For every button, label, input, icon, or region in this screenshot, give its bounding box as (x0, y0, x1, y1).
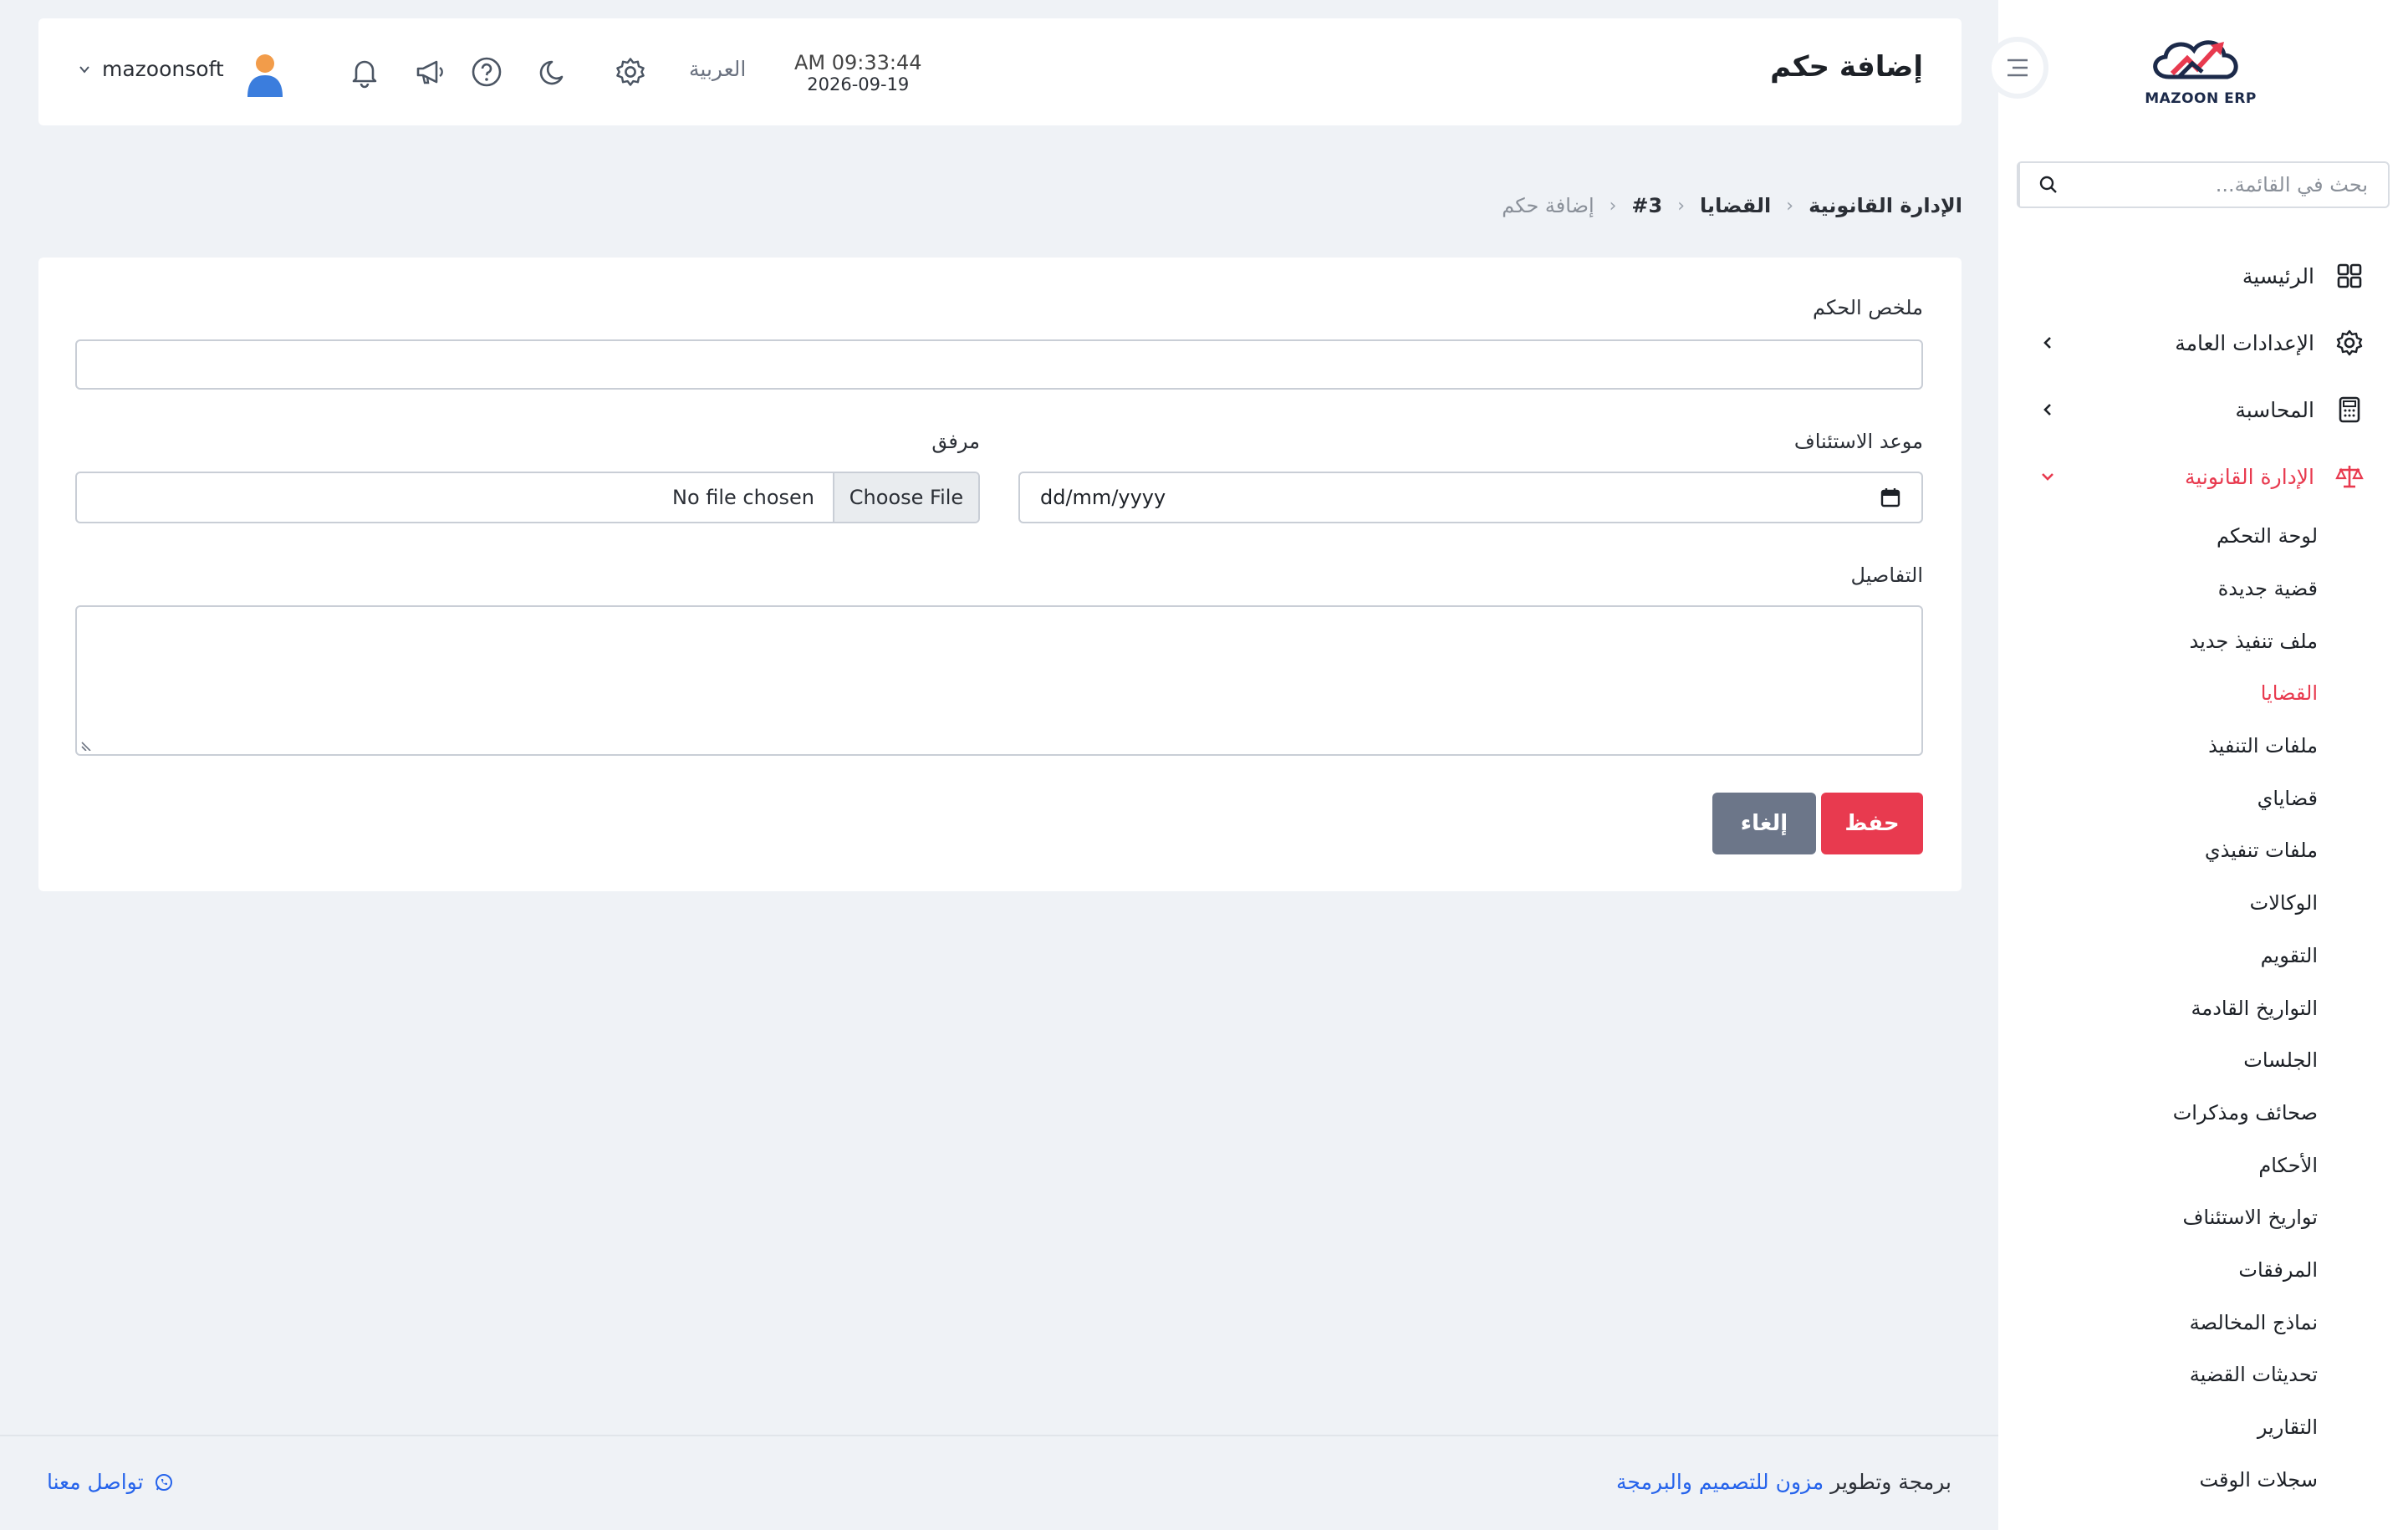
breadcrumb: الإدارة القانونية ‹ القضايا ‹ #3 ‹ إضافة… (1502, 194, 1962, 217)
chevron-down-icon (79, 64, 90, 75)
sidebar-toggle-button[interactable] (1987, 37, 2048, 99)
sidebar-item-accounting[interactable]: المحاسبة (1998, 376, 2408, 443)
resize-handle-icon[interactable] (80, 737, 94, 751)
menu-icon (2005, 57, 2030, 79)
sidebar-subitem-judgments[interactable]: الأحكام (1998, 1139, 2318, 1191)
page-title: إضافة حكم (1770, 50, 1923, 84)
sidebar-subitem-case-updates[interactable]: تحديثات القضية (1998, 1349, 2318, 1401)
sidebar-subitem-execution-files[interactable]: ملفات التنفيذ (1998, 720, 2318, 773)
sidebar-subitem-new-case[interactable]: قضية جديدة (1998, 563, 2318, 615)
bell-icon[interactable] (346, 54, 383, 90)
appeal-date-label: موعد الاستئناف (1793, 430, 1923, 453)
search-icon[interactable] (2018, 163, 2077, 207)
summary-label: ملخص الحكم (1812, 296, 1923, 319)
sidebar-item-label: الإدارة القانونية (2184, 464, 2314, 489)
save-button[interactable]: حفظ (1821, 793, 1923, 854)
scale-icon (2334, 462, 2365, 492)
sidebar-subitem-appeal-dates[interactable]: تواريخ الاستئناف (1998, 1191, 2318, 1244)
sidebar-subitem-pleadings[interactable]: صحائف ومذكرات (1998, 1087, 2318, 1140)
judgment-form: ملخص الحكم موعد الاستئناف dd/mm/yyyy مرف… (38, 258, 1962, 891)
date-placeholder: dd/mm/yyyy (1040, 486, 1166, 509)
language-switch[interactable]: العربية (689, 57, 746, 81)
appeal-date-input[interactable]: dd/mm/yyyy (1018, 472, 1923, 523)
sidebar-item-legal[interactable]: الإدارة القانونية (1998, 443, 2408, 510)
credit-prefix: برمجة وتطوير (1830, 1470, 1951, 1494)
sidebar-item-label: الإعدادات العامة (2175, 330, 2314, 355)
footer: برمجة وتطوير مزون للتصميم والبرمجة تواصل… (0, 1435, 1998, 1530)
breadcrumb-separator-icon: ‹ (1609, 195, 1617, 217)
breadcrumb-current: إضافة حكم (1502, 194, 1594, 217)
sidebar-subitem-cases[interactable]: القضايا (1998, 667, 2318, 720)
sidebar-subitem-time-logs[interactable]: سجلات الوقت (1998, 1453, 2318, 1506)
sidebar-item-label: الرئيسية (2242, 263, 2314, 288)
sidebar-subitem-new-execution-file[interactable]: ملف تنفيذ جديد (1998, 615, 2318, 667)
details-label: التفاصيل (1850, 564, 1923, 587)
cancel-button[interactable]: إلغاء (1712, 793, 1816, 854)
sidebar-subitem-my-execution-files[interactable]: ملفات تنفيذي (1998, 824, 2318, 877)
sidebar-item-label: المحاسبة (2235, 397, 2314, 422)
help-icon[interactable] (468, 54, 505, 90)
sidebar-subitem-calendar[interactable]: التقويم (1998, 930, 2318, 982)
attachment-file-input[interactable]: No file chosen Choose File (75, 472, 980, 523)
megaphone-icon[interactable] (411, 54, 448, 90)
breadcrumb-separator-icon: ‹ (1677, 195, 1686, 217)
username-label: mazoonsoft (102, 57, 224, 81)
top-bar: إضافة حكم AM 09:33:44 2026-09-19 العربية… (38, 18, 1962, 125)
calculator-icon (2334, 395, 2365, 425)
sidebar-subitem-powers-of-attorney[interactable]: الوكالات (1998, 877, 2318, 930)
sidebar-nav: الرئيسية الإعدادات العامة المحاسبة الإدا… (1998, 242, 2408, 1506)
sidebar: MAZOON ERP الرئيسية الإعدادات العامة (1998, 0, 2408, 1530)
chevron-down-icon (2040, 469, 2055, 484)
credit-link[interactable]: مزون للتصميم والبرمجة (1616, 1470, 1824, 1494)
whatsapp-icon (154, 1472, 174, 1492)
chevron-left-icon (2040, 402, 2055, 417)
summary-input[interactable] (75, 339, 1923, 390)
clock-time: AM 09:33:44 (794, 51, 922, 74)
avatar[interactable] (244, 52, 286, 97)
gear-icon (2334, 328, 2365, 358)
sidebar-subitem-upcoming-dates[interactable]: التواريخ القادمة (1998, 982, 2318, 1034)
user-menu[interactable]: mazoonsoft (79, 57, 224, 81)
sidebar-subitem-my-cases[interactable]: قضاياي (1998, 772, 2318, 824)
breadcrumb-legal[interactable]: الإدارة القانونية (1809, 194, 1962, 217)
settings-gear-icon[interactable] (612, 54, 649, 90)
details-textarea[interactable] (75, 605, 1923, 756)
grid-icon (2334, 261, 2365, 291)
moon-icon[interactable] (537, 54, 574, 90)
contact-link[interactable]: تواصل معنا (47, 1470, 174, 1494)
menu-search (2017, 161, 2390, 208)
breadcrumb-case-id[interactable]: #3 (1631, 194, 1662, 217)
brand-name: MAZOON ERP (2145, 90, 2257, 107)
choose-file-button[interactable]: Choose File (833, 473, 978, 522)
clock: AM 09:33:44 2026-09-19 (794, 52, 922, 95)
breadcrumb-separator-icon: ‹ (1786, 195, 1794, 217)
no-file-text: No file chosen (671, 486, 814, 509)
sidebar-subitem-attachments[interactable]: المرفقات (1998, 1244, 2318, 1297)
calendar-icon[interactable] (1880, 487, 1901, 508)
sidebar-subitem-dashboard[interactable]: لوحة التحكم (1998, 510, 2318, 563)
breadcrumb-cases[interactable]: القضايا (1700, 194, 1771, 217)
sidebar-item-home[interactable]: الرئيسية (1998, 242, 2408, 309)
clock-date: 2026-09-19 (807, 74, 910, 94)
footer-credit: برمجة وتطوير مزون للتصميم والبرمجة (1616, 1470, 1951, 1494)
legal-submenu: لوحة التحكم قضية جديدة ملف تنفيذ جديد ال… (1998, 510, 2408, 1506)
chevron-left-icon (2040, 335, 2055, 350)
sidebar-subitem-reports[interactable]: التقارير (1998, 1401, 2318, 1454)
sidebar-item-general-settings[interactable]: الإعدادات العامة (1998, 309, 2408, 376)
contact-label: تواصل معنا (47, 1470, 144, 1494)
sidebar-subitem-settlement-forms[interactable]: نماذج المخالصة (1998, 1296, 2318, 1349)
menu-search-input[interactable] (2077, 163, 2388, 207)
sidebar-subitem-sessions[interactable]: الجلسات (1998, 1034, 2318, 1087)
attachment-label: مرفق (931, 430, 980, 453)
